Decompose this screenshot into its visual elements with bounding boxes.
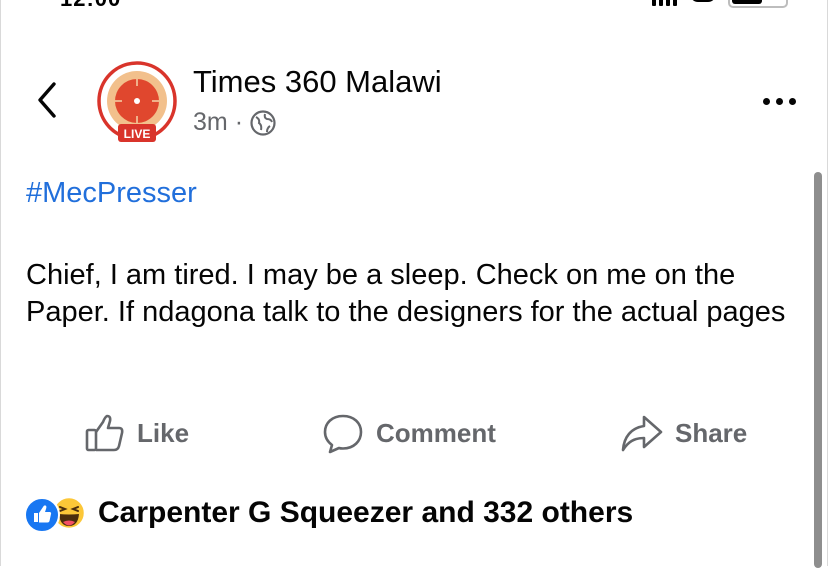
reactions-summary-text[interactable]: Carpenter G Squeezer and 332 others: [98, 496, 633, 530]
more-horizontal-icon: [762, 97, 770, 105]
post-actions: Like Comment Share: [0, 408, 828, 458]
status-time: 12:00: [60, 0, 121, 12]
post-body-text: Chief, I am tired. I may be a sleep. Che…: [26, 259, 786, 328]
globe-icon: [250, 109, 276, 136]
meta-separator: ·: [234, 108, 244, 136]
page-name[interactable]: Times 360 Malawi: [193, 64, 442, 100]
share-arrow-icon: [621, 415, 663, 452]
like-button[interactable]: Like: [84, 408, 189, 458]
wifi-icon: [690, 0, 716, 2]
hashtag-link[interactable]: #MecPresser: [26, 177, 197, 210]
avatar[interactable]: LIVE: [96, 61, 178, 143]
back-button[interactable]: [30, 80, 64, 120]
reactions-summary[interactable]: Carpenter G Squeezer and 332 others: [24, 492, 633, 534]
chevron-left-icon: [38, 82, 56, 118]
battery-icon: [728, 0, 788, 8]
more-horizontal-icon: [788, 97, 796, 105]
live-badge: LIVE: [124, 127, 151, 141]
thumbs-up-icon: [85, 414, 124, 452]
like-reaction-icon: [24, 497, 60, 533]
share-button[interactable]: Share: [620, 408, 747, 458]
reaction-icons: [24, 495, 92, 533]
share-label: Share: [675, 417, 748, 448]
like-label: Like: [137, 417, 190, 448]
comment-bubble-icon: [323, 414, 363, 454]
more-horizontal-icon: [775, 97, 783, 105]
more-options-button[interactable]: [756, 90, 802, 112]
post-time[interactable]: 3m: [193, 108, 228, 137]
signal-icon: [652, 0, 678, 6]
scrollbar[interactable]: [814, 172, 822, 568]
live-avatar-icon: LIVE: [97, 61, 177, 142]
comment-button[interactable]: Comment: [321, 408, 496, 458]
status-bar: 12:00: [0, 0, 828, 11]
comment-label: Comment: [376, 417, 496, 448]
post-meta: 3m ·: [193, 108, 276, 137]
